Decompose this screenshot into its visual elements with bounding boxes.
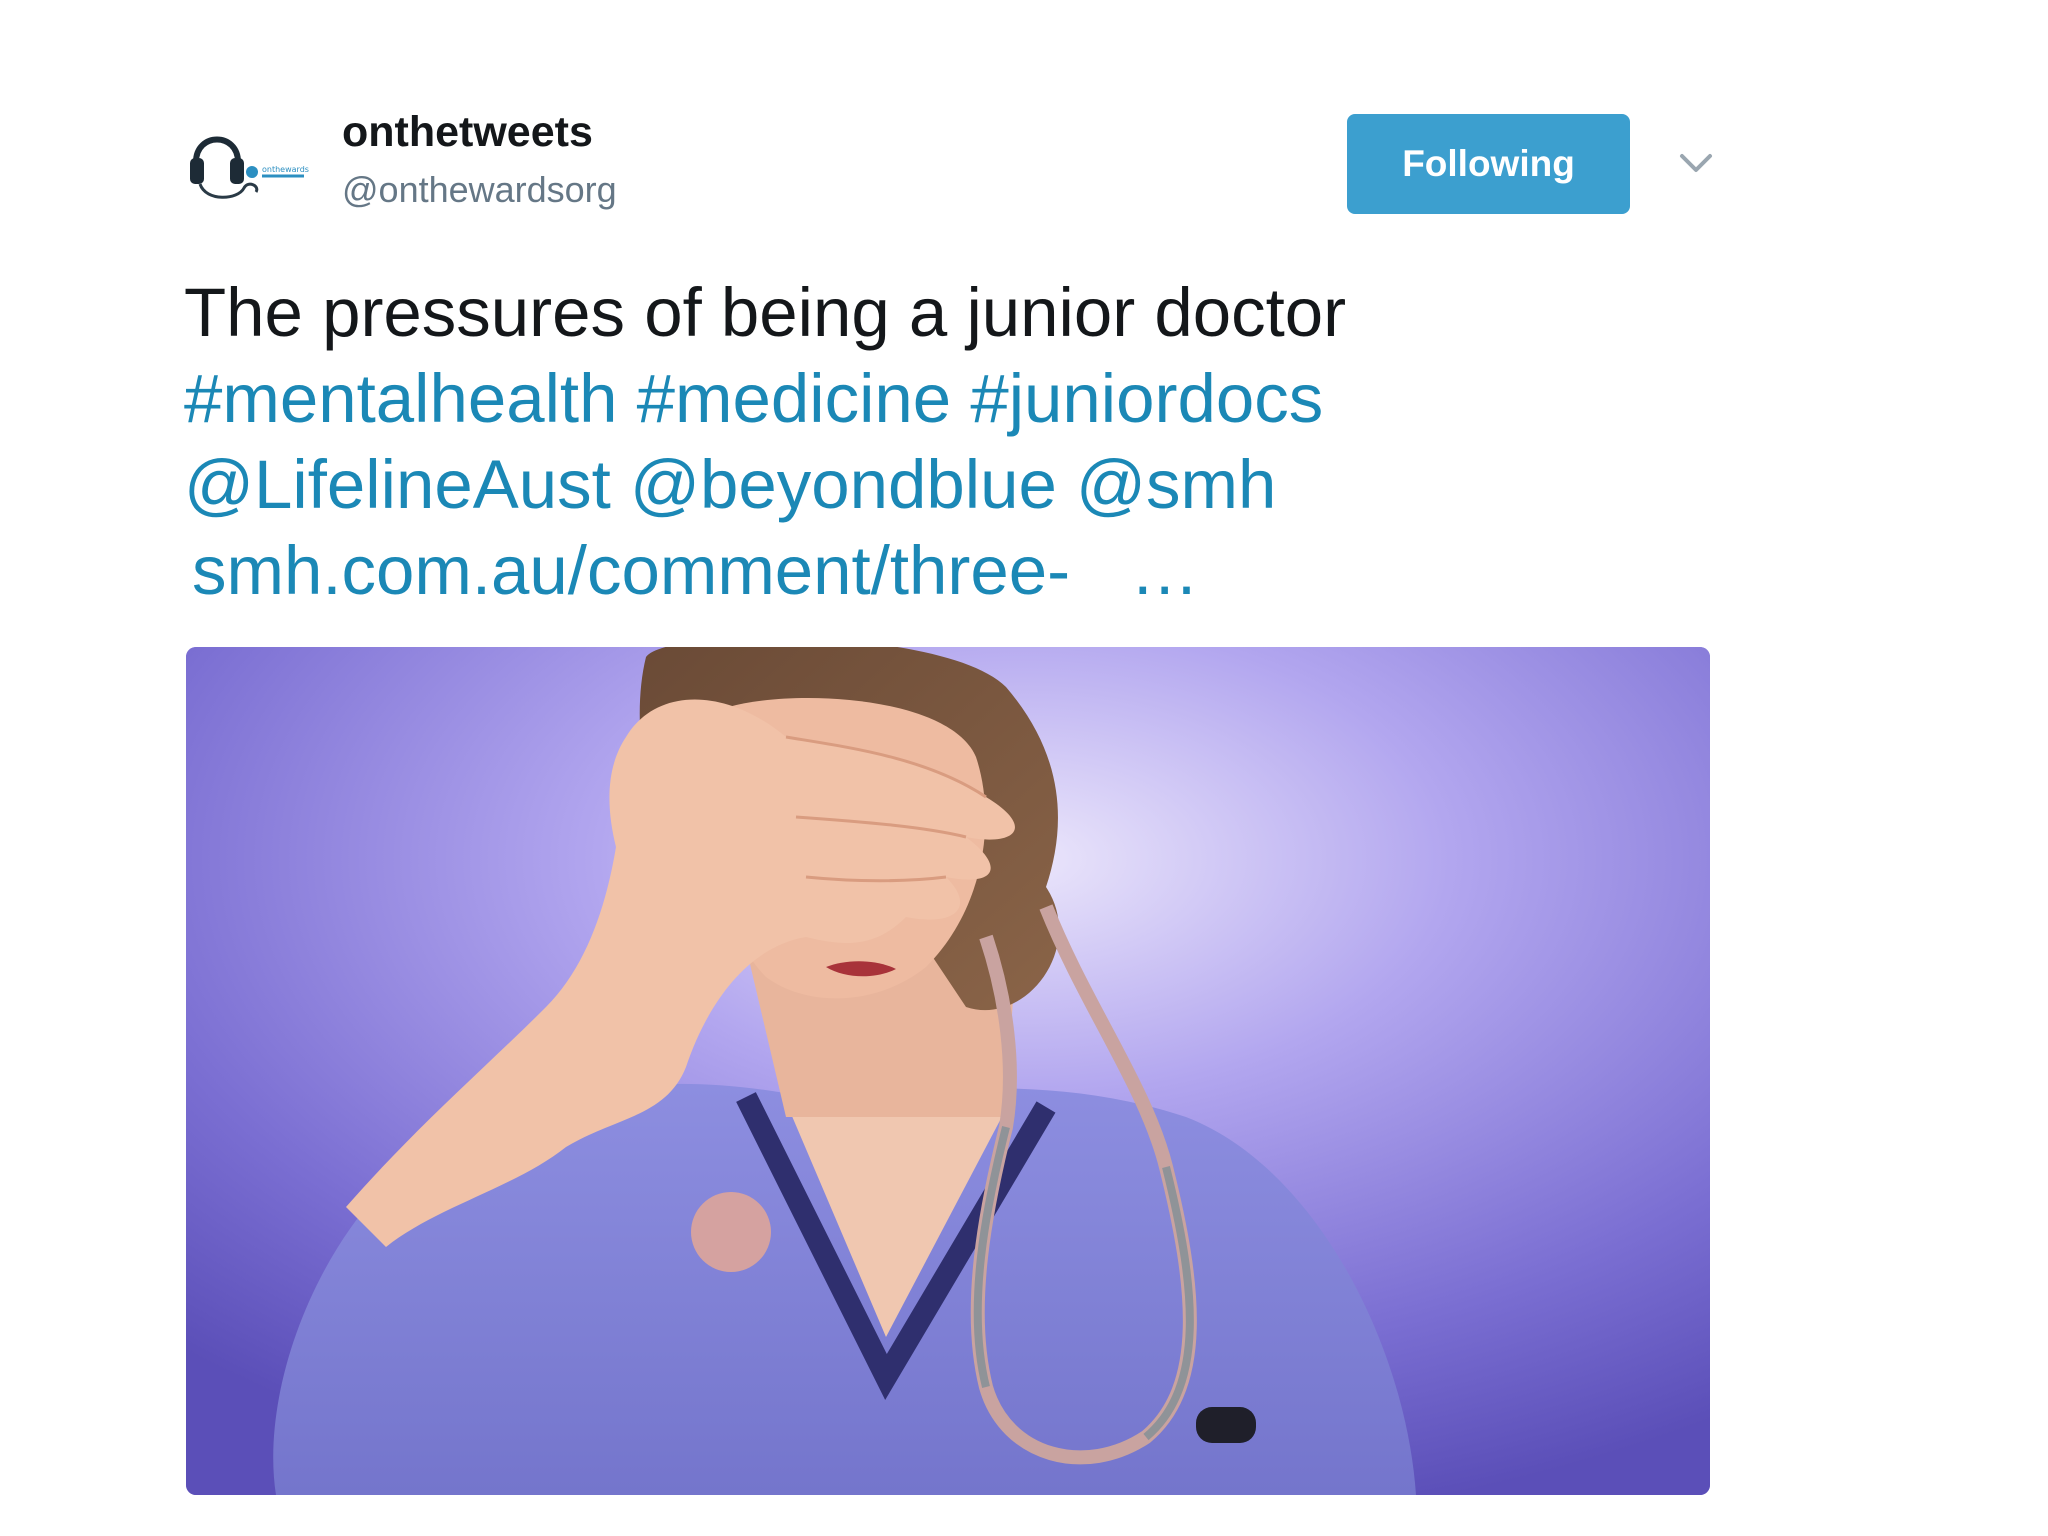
link-ellipsis[interactable]: … bbox=[1130, 532, 1199, 609]
hashtag-link[interactable]: #juniordocs bbox=[970, 360, 1323, 437]
tweet-media-image[interactable] bbox=[186, 647, 1710, 1495]
tweet-text: The pressures of being a junior doctor #… bbox=[184, 270, 1524, 614]
hashtag-link[interactable]: #medicine bbox=[637, 360, 952, 437]
mention-link[interactable]: @smh bbox=[1076, 446, 1276, 523]
chevron-down-icon[interactable] bbox=[1676, 148, 1716, 180]
user-handle[interactable]: @onthewardsorg bbox=[342, 164, 617, 216]
display-name[interactable]: onthetweets bbox=[342, 104, 593, 160]
tweet-card: onthewards onthetweets @onthewardsorg Fo… bbox=[0, 0, 2048, 1536]
hashtags-line: #mentalhealth #medicine #juniordocs bbox=[184, 356, 1524, 442]
mention-link[interactable]: @LifelineAust bbox=[184, 446, 611, 523]
mentions-line: @LifelineAust @beyondblue @smh bbox=[184, 442, 1524, 528]
hashtag-link[interactable]: #mentalhealth bbox=[184, 360, 617, 437]
svg-text:onthewards: onthewards bbox=[262, 165, 309, 174]
tweet-text-line: The pressures of being a junior doctor bbox=[184, 274, 1347, 351]
following-button[interactable]: Following bbox=[1347, 114, 1630, 214]
article-link[interactable]: smh.com.au/comment/three- bbox=[192, 532, 1070, 609]
mention-link[interactable]: @beyondblue bbox=[630, 446, 1057, 523]
avatar[interactable]: onthewards bbox=[186, 118, 310, 204]
headphones-logo-icon: onthewards bbox=[190, 136, 309, 199]
photo-stressed-doctor-icon bbox=[186, 647, 1710, 1495]
url-line: smh.com.au/comment/three- … bbox=[184, 528, 1524, 614]
